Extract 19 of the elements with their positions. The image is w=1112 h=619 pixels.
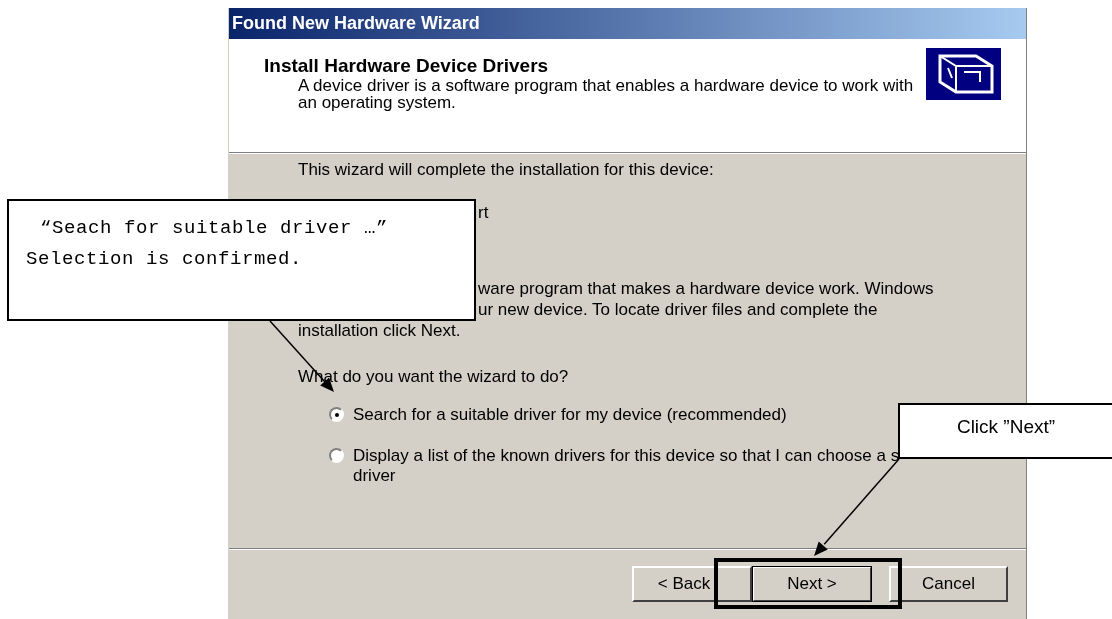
window-title: Found New Hardware Wizard: [229, 8, 1026, 39]
heading: Install Hardware Device Drivers: [264, 55, 550, 77]
cancel-button[interactable]: Cancel: [889, 566, 1008, 602]
option-label[interactable]: Search for a suitable driver for my device (recommended): [353, 405, 787, 425]
callout-text: Selection is confirmed.: [26, 247, 304, 272]
callout-text: Click ”Next”: [955, 416, 1057, 438]
intro-text: This wizard will complete the installation for this device:: [298, 160, 715, 179]
device-name: rt: [478, 202, 489, 223]
radio-button[interactable]: [329, 407, 344, 422]
option-label[interactable]: Display a list of the known drivers for this device so that I can choose a s driver: [353, 446, 900, 486]
explanation-text: ware program that makes a hardware device work. Windows: [478, 278, 935, 299]
next-button[interactable]: Next >: [752, 566, 872, 602]
explanation-text: ur new device. To locate driver files and complete the: [478, 299, 879, 320]
radio-button[interactable]: [329, 448, 344, 463]
hardware-card-icon: [926, 48, 1001, 100]
back-button[interactable]: < Back: [632, 566, 752, 602]
description: A device driver is a software program that enables a hardware device to work with an operating system.: [298, 77, 915, 111]
explanation-text: installation click Next.: [298, 320, 462, 341]
callout-text: “Seach for suitable driver …”: [40, 216, 390, 241]
